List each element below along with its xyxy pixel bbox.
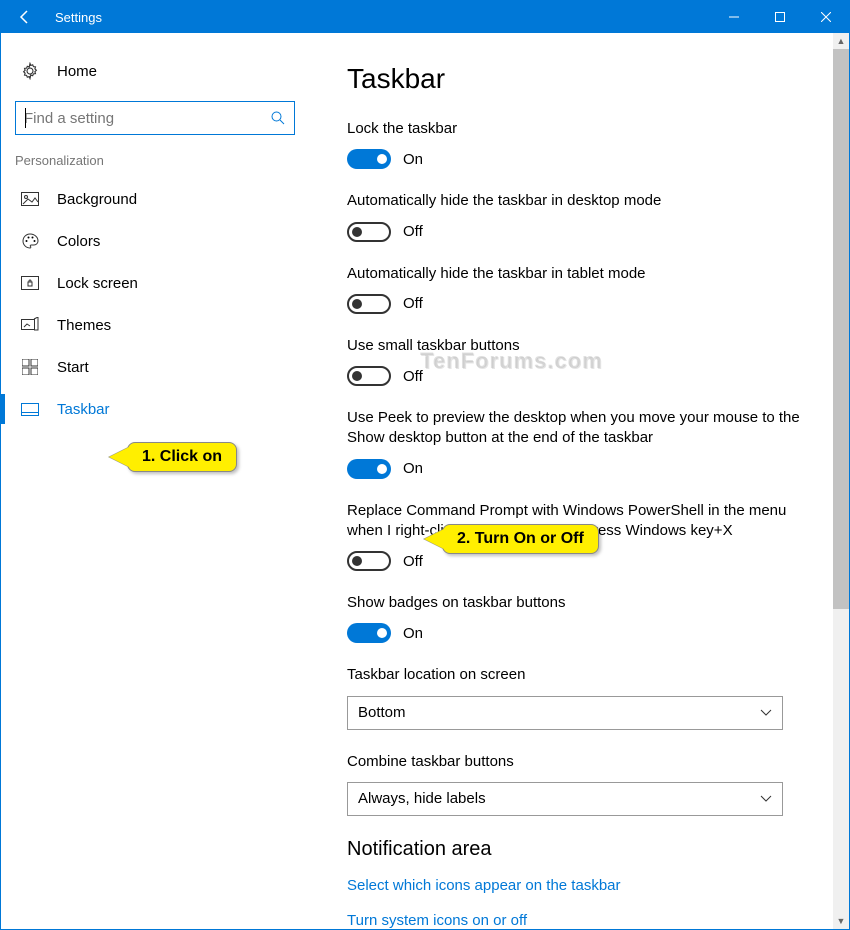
gear-icon: [19, 62, 41, 80]
search-input[interactable]: [15, 101, 295, 135]
toggle-state: Off: [403, 295, 423, 312]
chevron-down-icon: [760, 795, 772, 803]
start-icon: [19, 359, 41, 375]
scroll-down-icon[interactable]: ▼: [833, 913, 849, 929]
hide-desktop-toggle[interactable]: [347, 222, 391, 242]
dropdown-value: Always, hide labels: [358, 790, 486, 807]
setting-label: Automatically hide the taskbar in tablet…: [347, 264, 809, 284]
toggle-state: On: [403, 625, 423, 642]
setting-label: Taskbar location on screen: [347, 665, 809, 685]
search-icon: [270, 110, 286, 126]
combine-buttons-dropdown[interactable]: Always, hide labels: [347, 782, 783, 816]
small-buttons-toggle[interactable]: [347, 366, 391, 386]
taskbar-location-dropdown[interactable]: Bottom: [347, 696, 783, 730]
link-system-icons[interactable]: Turn system icons on or off: [347, 912, 809, 929]
home-nav[interactable]: Home: [1, 51, 311, 91]
annotation-1: 1. Click on: [127, 442, 237, 472]
toggle-state: Off: [403, 223, 423, 240]
taskbar-icon: [19, 403, 41, 416]
badges-toggle[interactable]: [347, 623, 391, 643]
sidebar-item-themes[interactable]: Themes: [1, 304, 311, 346]
sidebar-item-label: Background: [57, 191, 137, 208]
toggle-state: On: [403, 151, 423, 168]
home-label: Home: [57, 63, 97, 80]
annotation-2: 2. Turn On or Off: [442, 524, 599, 554]
sidebar-item-label: Taskbar: [57, 401, 110, 418]
close-button[interactable]: [803, 1, 849, 33]
sidebar-item-label: Themes: [57, 317, 111, 334]
sidebar-item-background[interactable]: Background: [1, 178, 311, 220]
sidebar: Home Personalization Background Colors L…: [1, 33, 311, 929]
setting-label: Use Peek to preview the desktop when you…: [347, 408, 809, 449]
palette-icon: [19, 232, 41, 250]
setting-label: Use small taskbar buttons: [347, 336, 809, 356]
toggle-state: Off: [403, 553, 423, 570]
page-title: Taskbar: [347, 63, 809, 95]
peek-toggle[interactable]: [347, 459, 391, 479]
minimize-button[interactable]: [711, 1, 757, 33]
toggle-state: Off: [403, 368, 423, 385]
sidebar-item-taskbar[interactable]: Taskbar: [1, 388, 311, 430]
scrollbar[interactable]: ▲ ▼: [833, 33, 849, 929]
lockscreen-icon: [19, 276, 41, 290]
sidebar-item-label: Lock screen: [57, 275, 138, 292]
section-title: Notification area: [347, 838, 809, 861]
sidebar-item-start[interactable]: Start: [1, 346, 311, 388]
sidebar-item-lockscreen[interactable]: Lock screen: [1, 262, 311, 304]
window-title: Settings: [49, 10, 711, 25]
powershell-toggle[interactable]: [347, 551, 391, 571]
sidebar-item-label: Start: [57, 359, 89, 376]
hide-tablet-toggle[interactable]: [347, 294, 391, 314]
setting-label: Show badges on taskbar buttons: [347, 593, 809, 613]
section-label: Personalization: [1, 153, 311, 178]
toggle-state: On: [403, 460, 423, 477]
sidebar-item-colors[interactable]: Colors: [1, 220, 311, 262]
titlebar: Settings: [1, 1, 849, 33]
link-select-icons[interactable]: Select which icons appear on the taskbar: [347, 877, 809, 894]
chevron-down-icon: [760, 709, 772, 717]
setting-label: Combine taskbar buttons: [347, 752, 809, 772]
setting-label: Automatically hide the taskbar in deskto…: [347, 191, 809, 211]
dropdown-value: Bottom: [358, 704, 406, 721]
main-content: Taskbar Lock the taskbar On Automaticall…: [311, 33, 849, 929]
scroll-up-icon[interactable]: ▲: [833, 33, 849, 49]
themes-icon: [19, 317, 41, 333]
maximize-button[interactable]: [757, 1, 803, 33]
sidebar-item-label: Colors: [57, 233, 100, 250]
scrollbar-thumb[interactable]: [833, 49, 849, 609]
lock-taskbar-toggle[interactable]: [347, 149, 391, 169]
picture-icon: [19, 192, 41, 206]
back-button[interactable]: [1, 1, 49, 33]
setting-label: Lock the taskbar: [347, 119, 809, 139]
